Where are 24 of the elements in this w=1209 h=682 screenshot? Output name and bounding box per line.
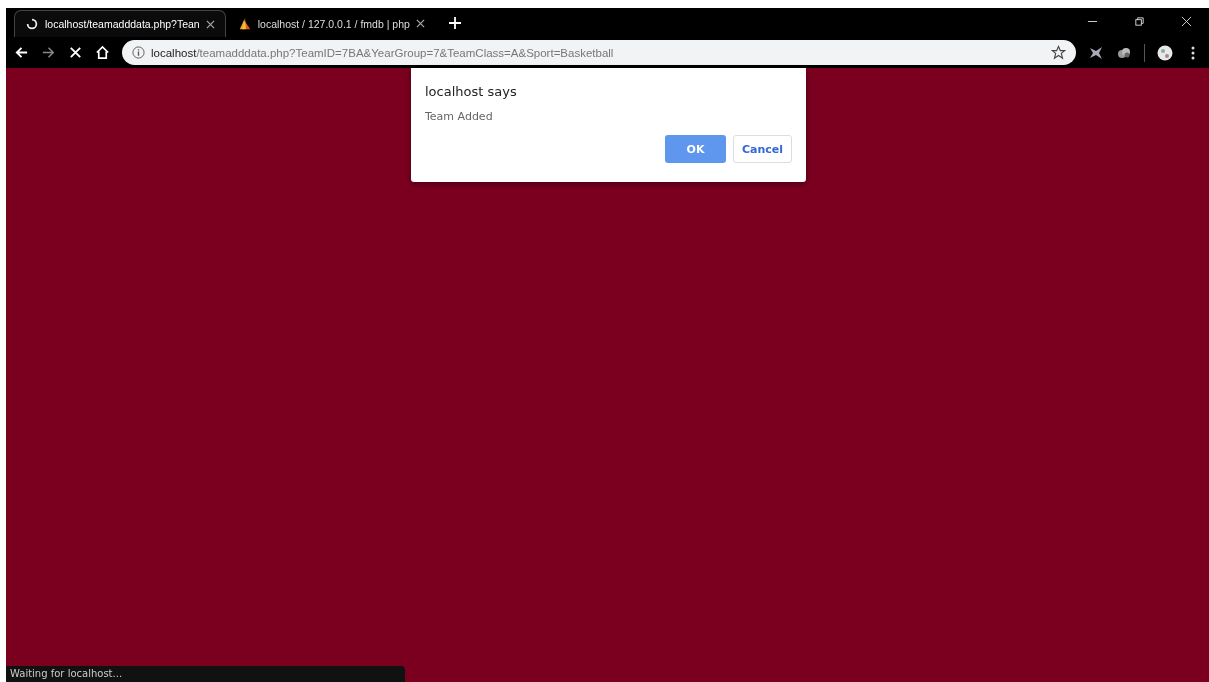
browser-tab[interactable]: localhost / 127.0.0.1 / fmdb | php xyxy=(227,10,435,37)
home-icon[interactable] xyxy=(95,45,110,60)
close-icon[interactable] xyxy=(205,19,215,29)
avatar-icon[interactable] xyxy=(1157,44,1173,61)
stop-icon[interactable] xyxy=(68,45,83,60)
loading-spinner-icon xyxy=(25,17,39,31)
url-path: /teamadddata.php?TeamID=7BA&YearGroup=7&TeamClass=A&Sport=Basketball xyxy=(196,46,614,59)
tab-title: localhost / 127.0.0.1 / fmdb | php xyxy=(257,17,410,30)
url-host: localhost xyxy=(151,46,197,59)
address-bar[interactable]: localhost/teamadddata.php?TeamID=7BA&YearGroup=7&TeamClass=A&Sport=Basketball xyxy=(122,40,1076,65)
status-bar: Waiting for localhost... xyxy=(6,666,405,682)
star-icon[interactable] xyxy=(1051,45,1066,60)
browser-tab[interactable]: localhost/teamadddata.php?Tean xyxy=(14,10,226,37)
close-icon[interactable] xyxy=(415,19,425,28)
new-tab-icon[interactable] xyxy=(448,17,461,29)
restore-icon[interactable] xyxy=(1134,16,1145,27)
back-icon[interactable] xyxy=(14,45,29,60)
dialog-title: localhost says xyxy=(425,84,518,99)
tab-title: localhost/teamadddata.php?Tean xyxy=(45,18,200,30)
cancel-button[interactable]: Cancel xyxy=(733,135,792,163)
forward-icon[interactable] xyxy=(41,45,56,60)
dialog-message: Team Added xyxy=(425,110,494,123)
puzzle-icon[interactable] xyxy=(1088,44,1104,61)
info-icon xyxy=(132,46,145,59)
